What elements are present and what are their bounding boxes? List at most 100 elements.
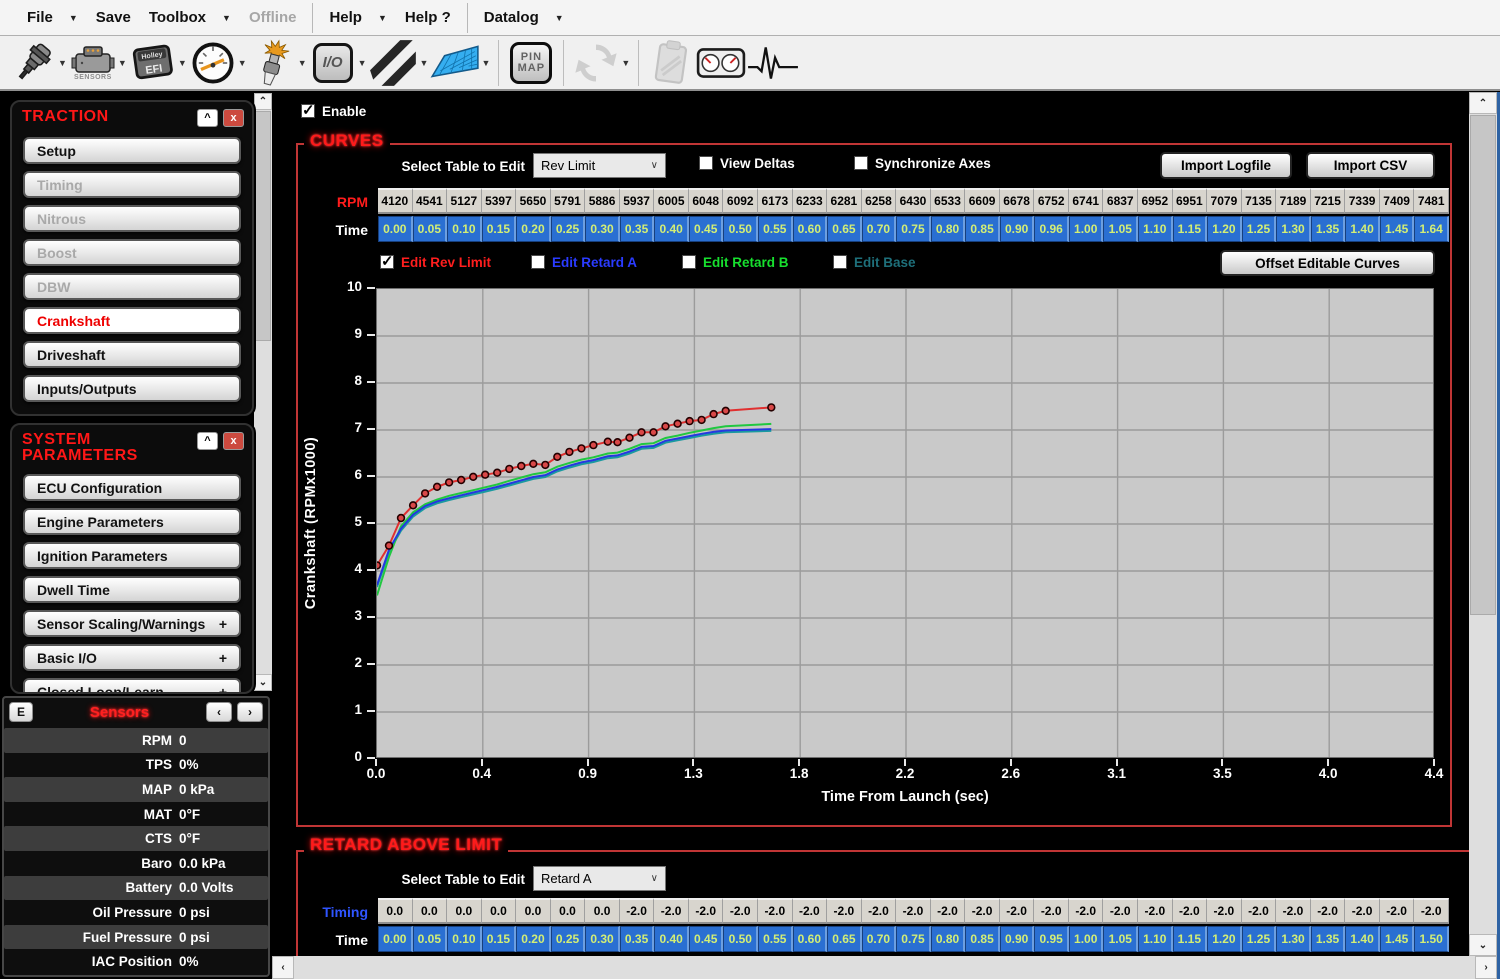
retard-time-cell[interactable]: 1.30 bbox=[1276, 926, 1311, 952]
time-cell[interactable]: 0.65 bbox=[827, 216, 862, 242]
rpm-cell[interactable]: 4120 bbox=[378, 188, 413, 214]
retard-time-cell[interactable]: 0.25 bbox=[551, 926, 586, 952]
traction-item-setup[interactable]: Setup bbox=[23, 137, 241, 164]
timing-cell[interactable]: -2.0 bbox=[896, 898, 931, 924]
time-cell[interactable]: 0.35 bbox=[620, 216, 655, 242]
edit-toggle-edit-base-checkbox[interactable] bbox=[833, 255, 847, 269]
system-parameters-close-icon[interactable]: x bbox=[223, 432, 244, 450]
synchronize-axes-checkbox[interactable] bbox=[854, 156, 868, 170]
sysparam-item-ignition-parameters[interactable]: Ignition Parameters bbox=[23, 542, 241, 569]
time-cell[interactable]: 0.20 bbox=[516, 216, 551, 242]
retard-time-cell[interactable]: 0.45 bbox=[689, 926, 724, 952]
rpm-cell[interactable]: 6430 bbox=[896, 188, 931, 214]
scroll-left-icon[interactable]: ‹ bbox=[272, 956, 294, 979]
sensors-edit-button[interactable]: E bbox=[9, 702, 33, 722]
retard-time-cell[interactable]: 0.20 bbox=[516, 926, 551, 952]
system-parameters-collapse-icon[interactable]: ^ bbox=[197, 432, 218, 450]
curves-chart-plot[interactable] bbox=[376, 288, 1434, 758]
menu-item-file[interactable]: File▼ bbox=[18, 0, 87, 35]
retard-time-cell[interactable]: 0.95 bbox=[1034, 926, 1069, 952]
time-cell[interactable]: 0.30 bbox=[585, 216, 620, 242]
retard-time-cell[interactable]: 0.30 bbox=[585, 926, 620, 952]
rpm-cell[interactable]: 6609 bbox=[965, 188, 1000, 214]
retard-time-cell[interactable]: 0.05 bbox=[413, 926, 448, 952]
rpm-cell[interactable]: 5886 bbox=[585, 188, 620, 214]
time-cell[interactable]: 1.25 bbox=[1242, 216, 1277, 242]
timing-cell[interactable]: -2.0 bbox=[1414, 898, 1449, 924]
view-deltas-checkbox[interactable] bbox=[699, 156, 713, 170]
timing-stripes-icon[interactable] bbox=[368, 37, 420, 89]
pulse-icon[interactable] bbox=[746, 37, 800, 89]
rpm-cell[interactable]: 4541 bbox=[413, 188, 448, 214]
time-cell[interactable]: 0.45 bbox=[689, 216, 724, 242]
menu-item-toolbox[interactable]: Toolbox▼ bbox=[140, 0, 240, 35]
timing-cell[interactable]: 0.0 bbox=[413, 898, 448, 924]
time-cell[interactable]: 1.35 bbox=[1311, 216, 1346, 242]
enable-checkbox[interactable] bbox=[301, 104, 315, 118]
time-cell[interactable]: 0.25 bbox=[551, 216, 586, 242]
curves-table-select[interactable]: Rev Limit∨ bbox=[533, 153, 666, 178]
offset-editable-curves-button[interactable]: Offset Editable Curves bbox=[1220, 250, 1435, 276]
time-cell[interactable]: 0.90 bbox=[1000, 216, 1035, 242]
retard-time-cell[interactable]: 0.75 bbox=[896, 926, 931, 952]
rpm-cell[interactable]: 6752 bbox=[1034, 188, 1069, 214]
rpm-cell[interactable]: 6281 bbox=[827, 188, 862, 214]
main-scroll-up-icon[interactable]: ⌃ bbox=[1469, 92, 1497, 114]
rpm-cell[interactable]: 6092 bbox=[723, 188, 758, 214]
efi-ecu-icon[interactable]: HolleyEFI bbox=[128, 37, 178, 89]
rpm-cell[interactable]: 5650 bbox=[516, 188, 551, 214]
rpm-cell[interactable]: 5397 bbox=[482, 188, 517, 214]
timing-cell[interactable]: -2.0 bbox=[1380, 898, 1415, 924]
time-cell[interactable]: 1.45 bbox=[1380, 216, 1415, 242]
time-cell[interactable]: 0.80 bbox=[931, 216, 966, 242]
spark-plug-icon[interactable] bbox=[248, 37, 298, 89]
timing-cell[interactable]: 0.0 bbox=[551, 898, 586, 924]
retard-table-select[interactable]: Retard A∨ bbox=[533, 866, 666, 891]
menu-item-help[interactable]: Help▼ bbox=[320, 0, 395, 35]
retard-time-cell[interactable]: 0.50 bbox=[723, 926, 758, 952]
timing-cell[interactable]: -2.0 bbox=[1069, 898, 1104, 924]
sidebar-scroll-down-icon[interactable]: ⌄ bbox=[254, 674, 272, 691]
rpm-cell[interactable]: 7215 bbox=[1311, 188, 1346, 214]
sysparam-item-engine-parameters[interactable]: Engine Parameters bbox=[23, 508, 241, 535]
timing-cell[interactable]: -2.0 bbox=[758, 898, 793, 924]
rpm-cell[interactable]: 7339 bbox=[1345, 188, 1380, 214]
retard-time-cell[interactable]: 1.40 bbox=[1345, 926, 1380, 952]
traction-item-inputs-outputs[interactable]: Inputs/Outputs bbox=[23, 375, 241, 402]
time-cell[interactable]: 0.40 bbox=[654, 216, 689, 242]
rpm-cell[interactable]: 5127 bbox=[447, 188, 482, 214]
time-cell[interactable]: 1.05 bbox=[1103, 216, 1138, 242]
timing-cell[interactable]: -2.0 bbox=[1173, 898, 1208, 924]
retard-time-cell[interactable]: 0.10 bbox=[447, 926, 482, 952]
sidebar-scroll-up-icon[interactable]: ⌃ bbox=[254, 93, 272, 110]
retard-time-cell[interactable]: 0.70 bbox=[862, 926, 897, 952]
timing-cell[interactable]: -2.0 bbox=[1103, 898, 1138, 924]
retard-time-cell[interactable]: 0.65 bbox=[827, 926, 862, 952]
time-cell[interactable]: 1.30 bbox=[1276, 216, 1311, 242]
timing-cell[interactable]: 0.0 bbox=[378, 898, 413, 924]
retard-time-cell[interactable]: 0.40 bbox=[654, 926, 689, 952]
timing-cell[interactable]: -2.0 bbox=[1138, 898, 1173, 924]
rpm-cell[interactable]: 7135 bbox=[1242, 188, 1277, 214]
timing-cell[interactable]: -2.0 bbox=[827, 898, 862, 924]
rpm-cell[interactable]: 6837 bbox=[1103, 188, 1138, 214]
gauges-icon[interactable] bbox=[696, 37, 746, 89]
sysparam-item-closed-loop-learn[interactable]: Closed Loop/Learn+ bbox=[23, 678, 241, 694]
timing-cell[interactable]: -2.0 bbox=[1345, 898, 1380, 924]
time-cell[interactable]: 0.75 bbox=[896, 216, 931, 242]
edit-toggle-edit-rev-limit-checkbox[interactable] bbox=[380, 255, 394, 269]
retard-time-cell[interactable]: 1.05 bbox=[1103, 926, 1138, 952]
timing-cell[interactable]: -2.0 bbox=[1311, 898, 1346, 924]
main-scrollbar-thumb[interactable] bbox=[1470, 115, 1496, 615]
timing-cell[interactable]: -2.0 bbox=[862, 898, 897, 924]
traction-collapse-icon[interactable]: ^ bbox=[197, 109, 218, 127]
rpm-cell[interactable]: 6173 bbox=[758, 188, 793, 214]
pin-map-icon[interactable]: PIN MAP bbox=[506, 37, 556, 89]
time-cell[interactable]: 0.70 bbox=[862, 216, 897, 242]
edit-toggle-edit-retard-a-checkbox[interactable] bbox=[531, 255, 545, 269]
menu-item-help-[interactable]: Help ? bbox=[396, 0, 460, 35]
timing-cell[interactable]: -2.0 bbox=[620, 898, 655, 924]
rpm-cell[interactable]: 6533 bbox=[931, 188, 966, 214]
retard-time-cell[interactable]: 0.00 bbox=[378, 926, 413, 952]
timing-cell[interactable]: -2.0 bbox=[654, 898, 689, 924]
